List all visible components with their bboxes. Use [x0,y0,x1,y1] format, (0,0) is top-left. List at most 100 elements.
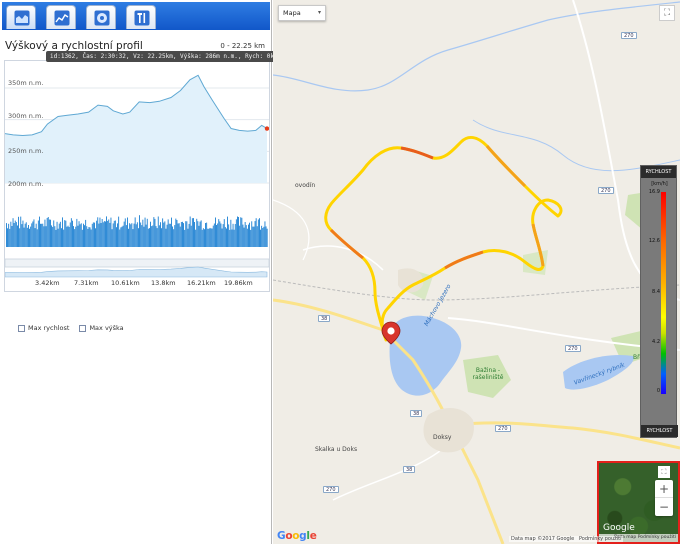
tab-circle[interactable] [86,5,116,29]
speed-bar [121,226,123,247]
speed-bar [34,228,36,247]
gps-track-fast-segment [485,145,527,188]
speed-bar [134,217,136,247]
speed-bar [184,229,186,247]
road-number: 270 [565,345,581,352]
speed-bar [9,228,11,247]
speed-bar [199,221,201,247]
road-local [302,245,384,271]
tab-elevation-profile[interactable] [6,5,36,29]
profile-chart[interactable]: 350m n.m. 300m n.m. 250m n.m. 200m n.m. … [4,60,270,292]
speed-legend-footer: RYCHLOST [641,425,678,437]
speed-legend-unit: [km/h] [651,181,668,187]
speed-bar [195,229,197,247]
fullscreen-icon[interactable]: ⛶ [658,466,670,478]
speed-bar [109,222,111,247]
speed-bar [177,223,179,247]
speed-bar [33,219,35,247]
speed-bar [216,225,217,247]
speed-bar [24,223,26,247]
speed-bar [180,222,182,247]
speed-bar [261,225,263,247]
x-tick-label: 16.21km [187,279,216,287]
zoom-out-button[interactable]: − [655,498,673,516]
speed-bar [78,221,80,247]
road-number: 270 [621,32,637,39]
speed-bar [44,219,46,247]
speed-bar [246,228,248,247]
app-root: Výškový a rychlostní profil 0 - 22.25 km… [0,0,680,544]
fullscreen-icon[interactable]: ⛶ [659,5,675,21]
label-bazina: Bažina - rašeliniště [472,367,504,381]
speed-bar [237,216,238,247]
speed-bar [182,221,183,247]
speed-bar [140,222,142,247]
google-logo[interactable]: Google [277,530,317,542]
speed-bar [223,219,225,247]
road-number: 38 [403,466,416,473]
tab-line-chart[interactable] [46,5,76,29]
speed-bar [205,223,206,247]
speed-bar [186,221,188,247]
satellite-google-logo: Google [603,523,635,533]
speed-bar [260,229,261,247]
speed-bar [252,226,254,247]
speed-bar [210,228,212,247]
speed-bar [143,226,145,247]
speed-bar [248,224,249,247]
speed-bar [91,223,93,247]
speed-bar [174,225,176,247]
legend-max-speed[interactable]: Max rychlost [18,324,69,332]
speed-bar [61,228,62,247]
speed-bar [176,220,178,247]
zoom-in-button[interactable]: + [655,480,673,498]
map-view[interactable]: Mapa ▾ ⛶ ovodín Máchovo jezero Bažina - … [273,0,680,544]
speed-bar [64,220,66,247]
profile-chart-svg [5,74,269,278]
speed-bar [84,225,85,247]
speed-bar [89,227,91,247]
checkbox[interactable] [79,324,87,332]
speed-bar [118,216,120,247]
speed-tick: 16.9 [648,189,660,195]
speed-bar [8,223,10,247]
label-povodin: ovodín [295,182,316,189]
speed-bar [132,229,134,247]
legend-label: Max rychlost [28,324,70,332]
speed-tick: 8.4 [652,289,660,295]
speed-bar [36,229,38,247]
checkbox[interactable] [18,324,25,332]
speed-bar [127,217,128,247]
range-navigator [5,258,269,268]
gps-track[interactable] [324,136,563,342]
speed-bar [37,220,39,247]
speed-bar [47,217,49,247]
speed-bar [188,223,190,247]
speed-bar [68,227,70,247]
speed-bar [229,229,231,247]
tab-tools[interactable] [126,5,156,29]
speed-bar [240,217,242,247]
speed-bar [262,228,264,247]
speed-bar [206,222,208,247]
speed-bar [173,229,175,247]
speed-bar [215,217,216,247]
speed-bar [142,219,144,247]
legend-max-elevation[interactable]: Max výška [79,324,124,332]
speed-bar [32,221,34,247]
speed-bar [213,223,215,247]
distance-range: 0 - 22.25 km [220,42,265,50]
speed-bar [156,228,158,247]
speed-bar [130,224,132,247]
speed-bar [85,219,87,247]
gps-track-fast-segment [329,228,364,260]
terms-link[interactable]: Podmínky použití [579,536,622,542]
map-type-select[interactable]: Mapa ▾ [278,5,326,21]
speed-bar [135,224,137,247]
speed-bar [70,218,72,247]
x-tick-label: 3.42km [35,279,60,287]
speed-bar [141,225,143,247]
speed-bar [40,223,41,247]
y-tick-label: 200m n.m. [8,180,44,188]
speed-bar [232,223,234,247]
